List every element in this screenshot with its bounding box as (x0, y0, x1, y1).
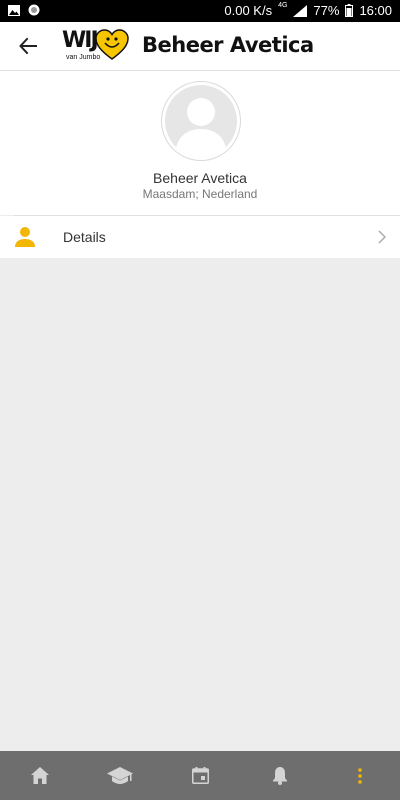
battery-percentage: 77% (313, 3, 340, 18)
network-speed: 0.00 K/s (224, 3, 273, 18)
nav-home[interactable] (0, 751, 80, 800)
nav-more[interactable] (320, 751, 400, 800)
bell-icon (273, 767, 287, 785)
circle-notification-icon (28, 4, 40, 16)
wij-logo: WIJ van Jumbo (62, 28, 130, 64)
avatar-placeholder (165, 85, 237, 157)
nav-notifications[interactable] (240, 751, 320, 800)
back-button[interactable] (10, 28, 46, 64)
network-type: 4G (278, 2, 288, 9)
chevron-right-icon (378, 230, 386, 244)
clock: 16:00 (359, 3, 392, 18)
profile-header: Beheer Avetica Maasdam; Nederland (0, 71, 400, 215)
page-title: Beheer Avetica (142, 33, 314, 57)
status-bar: 0.00 K/s 4G 77% 16:00 (0, 0, 400, 22)
details-label: Details (63, 229, 106, 245)
nav-learning[interactable] (80, 751, 160, 800)
signal-icon (293, 4, 308, 17)
more-vertical-icon (358, 767, 362, 784)
details-menu-item[interactable]: Details (0, 216, 400, 258)
person-icon (15, 227, 35, 247)
battery-icon (345, 4, 354, 17)
person-silhouette-icon (175, 98, 227, 157)
home-icon (31, 767, 49, 784)
profile-location: Maasdam; Nederland (142, 187, 258, 201)
logo-subtext: van Jumbo (66, 54, 101, 61)
image-notification-icon (8, 4, 20, 16)
arrow-back-icon (19, 37, 37, 55)
app-bar: WIJ van Jumbo Beheer Avetica (0, 22, 400, 71)
graduation-cap-icon (107, 766, 133, 784)
bottom-navigation (0, 751, 400, 800)
profile-name: Beheer Avetica (153, 170, 247, 186)
avatar (161, 81, 241, 161)
calendar-icon (191, 767, 209, 784)
logo-text: WIJ (62, 28, 99, 53)
nav-calendar[interactable] (160, 751, 240, 800)
